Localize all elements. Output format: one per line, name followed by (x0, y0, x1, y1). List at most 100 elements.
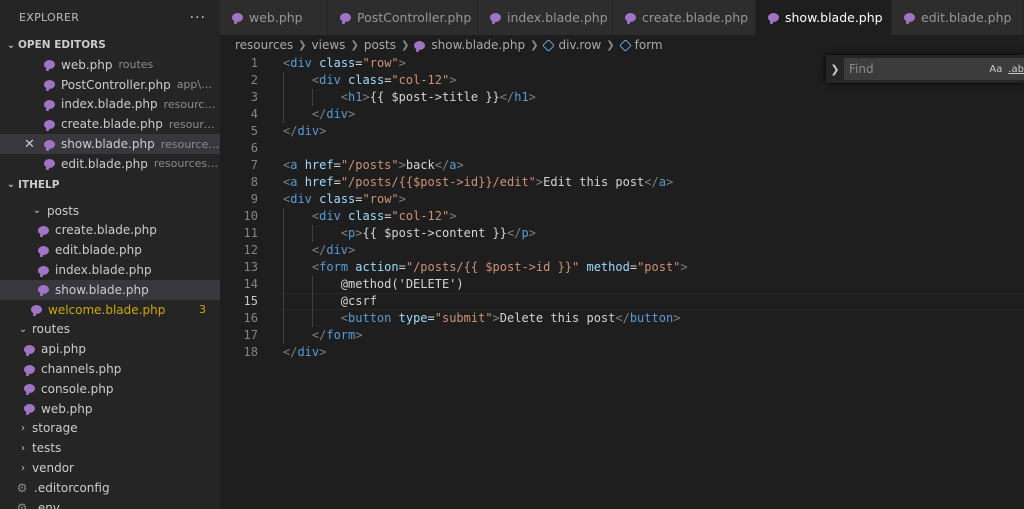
file-item[interactable]: create.blade.php (0, 221, 220, 241)
find-input[interactable]: Find Aa .ab (844, 58, 1024, 80)
folder-storage[interactable]: › storage (0, 419, 220, 439)
breadcrumb-item[interactable]: resources (235, 38, 293, 52)
folder-name: vendor (32, 461, 74, 476)
line-number: 15 (243, 294, 258, 308)
code-text: </div> (258, 106, 355, 123)
line-number: 14 (243, 277, 258, 291)
php-file-icon (44, 99, 55, 111)
code-text: <a href="/posts/{{$post->id}}/edit">Edit… (283, 175, 674, 189)
element-symbol-icon (542, 38, 556, 52)
folder-routes[interactable]: ⌄ routes (0, 320, 220, 340)
line-number: 7 (250, 158, 258, 172)
file-item[interactable]: channels.php (0, 359, 220, 379)
tab-postcontroller[interactable]: PostController.php (328, 0, 478, 35)
open-editor-item[interactable]: edit.blade.php resources\view... (0, 154, 220, 174)
more-actions-icon[interactable]: ··· (190, 10, 206, 26)
open-editor-item[interactable]: create.blade.php resources\vie... (0, 114, 220, 134)
file-item-welcome[interactable]: welcome.blade.php 3 (0, 300, 220, 320)
folder-posts[interactable]: ⌄ posts (0, 201, 220, 221)
code-line: 6 (220, 140, 1024, 157)
editor-tab-bar: web.php PostController.php index.blade.p… (220, 0, 1024, 35)
code-line: 5 </div> (220, 123, 1024, 140)
code-text: @csrf (258, 293, 377, 310)
breadcrumb-item[interactable]: div.row (558, 38, 601, 52)
code-text: </div> (283, 124, 327, 138)
chevron-right-icon: › (21, 422, 25, 434)
tab-index-blade[interactable]: index.blade.php (478, 0, 613, 35)
gear-icon: ⚙ (16, 480, 28, 495)
code-line: 3 <h1>{{ $post->title }}</h1> (220, 89, 1024, 106)
line-number: 11 (243, 226, 258, 240)
php-file-icon (44, 60, 55, 72)
line-number: 13 (243, 260, 258, 274)
file-path: routes (118, 58, 154, 72)
chevron-right-icon: › (21, 462, 25, 474)
open-editor-item[interactable]: web.php routes (0, 55, 220, 75)
chevron-right-icon[interactable]: ❯ (826, 63, 844, 76)
code-editor[interactable]: 1 <div class="row"> 2 <div class="col-12… (220, 55, 1024, 509)
tab-edit-blade[interactable]: edit.blade.php (892, 0, 1024, 35)
tab-create-blade[interactable]: create.blade.php (613, 0, 756, 35)
file-name: console.php (41, 381, 114, 396)
php-file-icon (24, 384, 35, 396)
folder-name: tests (32, 441, 62, 456)
element-symbol-icon (618, 38, 632, 52)
php-file-icon (340, 13, 351, 24)
breadcrumb-item[interactable]: show.blade.php (431, 38, 525, 52)
problems-badge: 3 (199, 303, 206, 317)
file-item[interactable]: web.php (0, 399, 220, 419)
folder-vendor[interactable]: › vendor (0, 458, 220, 478)
file-name: PostController.php (61, 77, 171, 92)
line-number: 12 (243, 243, 258, 257)
chevron-right-icon: ❯ (401, 39, 410, 51)
file-name: web.php (41, 401, 93, 416)
chevron-right-icon: ❯ (530, 39, 539, 51)
php-file-icon (44, 159, 55, 171)
file-name: index.blade.php (55, 263, 152, 278)
php-file-icon (904, 13, 915, 24)
line-number: 10 (243, 209, 258, 223)
file-item[interactable]: index.blade.php (0, 260, 220, 280)
php-file-icon (38, 265, 49, 277)
file-name: show.blade.php (55, 282, 149, 297)
chevron-down-icon: ⌄ (32, 205, 42, 217)
code-line-current: 15 @csrf (220, 293, 1024, 310)
breadcrumb-item[interactable]: form (635, 38, 663, 52)
match-case-toggle[interactable]: Aa (989, 64, 1002, 75)
line-number: 3 (250, 90, 258, 104)
code-text: <a href="/posts">back</a> (283, 158, 464, 172)
file-path: resources\vie... (168, 117, 220, 131)
open-editors-section[interactable]: ⌄ OPEN EDITORS (0, 35, 220, 55)
php-file-icon (38, 245, 49, 257)
file-env[interactable]: ⚙ .env (0, 498, 220, 509)
open-editor-item[interactable]: index.blade.php resources\vie... (0, 95, 220, 115)
project-section[interactable]: ⌄ ITHELP (0, 175, 220, 195)
breadcrumb-item[interactable]: views (312, 38, 346, 52)
code-text: </div> (283, 345, 327, 359)
tab-show-blade[interactable]: show.blade.php ✕ (756, 0, 904, 35)
chevron-right-icon: ❯ (298, 39, 307, 51)
folder-tests[interactable]: › tests (0, 438, 220, 458)
match-whole-word-toggle[interactable]: .ab (1008, 64, 1024, 75)
line-number: 2 (250, 73, 258, 87)
open-editor-item[interactable]: PostController.php app\Http\... (0, 75, 220, 95)
php-file-icon (625, 13, 636, 24)
breadcrumb-item[interactable]: posts (364, 38, 396, 52)
chevron-down-icon: ⌄ (6, 39, 16, 51)
file-item-selected[interactable]: show.blade.php (0, 279, 220, 300)
php-file-icon (24, 364, 35, 376)
file-editorconfig[interactable]: ⚙ .editorconfig (0, 478, 220, 498)
close-icon[interactable]: ✕ (24, 137, 35, 152)
php-file-icon (44, 119, 55, 131)
line-number: 9 (250, 192, 258, 206)
folder-name: routes (32, 322, 70, 337)
tab-web-php[interactable]: web.php (220, 0, 328, 35)
explorer-title: EXPLORER (19, 11, 80, 24)
file-item[interactable]: api.php (0, 339, 220, 359)
file-item[interactable]: console.php (0, 379, 220, 399)
file-name: show.blade.php (61, 137, 155, 152)
open-editor-item-active[interactable]: ✕ show.blade.php resources\vie... (0, 134, 220, 154)
code-text: <form action="/posts/{{ $post->id }}" me… (258, 259, 688, 276)
file-item[interactable]: edit.blade.php (0, 240, 220, 260)
